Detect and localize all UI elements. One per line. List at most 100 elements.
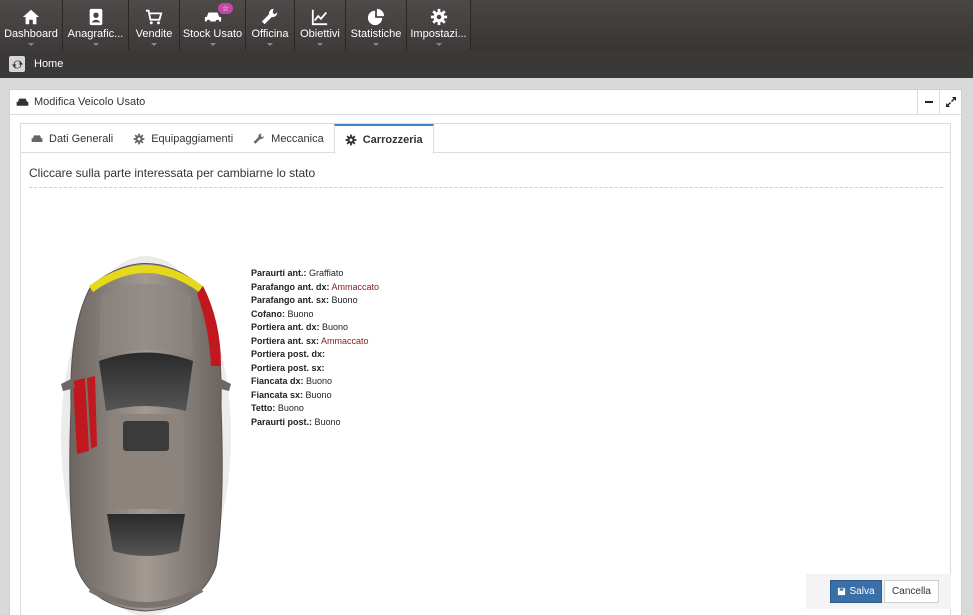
chevron-down-icon [373, 43, 379, 46]
nav-anagrafiche[interactable]: Anagrafic... [63, 0, 129, 50]
status-key: Parafango ant. dx: [251, 281, 330, 292]
tab-meccanica[interactable]: Meccanica [243, 124, 334, 153]
form-actions: Salva Cancella [806, 574, 951, 609]
home-icon [22, 9, 40, 25]
chevron-down-icon [209, 43, 216, 46]
chart-line-icon [311, 9, 328, 26]
status-value: Graffiato [309, 268, 344, 278]
status-key: Parafango ant. sx: [251, 295, 330, 305]
nav-officina[interactable]: Officina [246, 0, 295, 50]
tab-carrozzeria[interactable]: Carrozzeria [333, 124, 434, 154]
divider [29, 187, 943, 188]
save-label: Salva [849, 586, 875, 597]
cart-icon [145, 9, 163, 25]
expand-button[interactable] [939, 90, 961, 114]
instruction-text: Cliccare sulla parte interessata per cam… [29, 166, 316, 180]
nav-vendite[interactable]: Vendite [129, 0, 180, 50]
nav-stock-usato[interactable]: ☆ Stock Usato [180, 0, 246, 50]
wrench-icon [253, 133, 264, 144]
pie-chart-icon [367, 8, 385, 26]
status-key: Cofano: [251, 308, 285, 319]
car-icon [31, 134, 43, 142]
status-value: Ammaccato [331, 281, 380, 292]
status-value: Buono [305, 389, 332, 400]
refresh-button[interactable] [9, 56, 25, 72]
status-row: Fiancata dx: Buono [251, 375, 379, 389]
status-row: Parafango ant. sx: Buono [251, 294, 379, 308]
tab-label: Carrozzeria [362, 134, 423, 146]
gear-icon [345, 134, 357, 146]
gear-icon [430, 8, 447, 26]
status-row: Portiera ant. dx: Buono [251, 321, 379, 335]
status-row: Fiancata sx: Buono [251, 389, 379, 403]
tab-dati-generali[interactable]: Dati Generali [21, 124, 123, 153]
nav-label: Dashboard [4, 28, 58, 40]
status-value: Buono [277, 403, 304, 413]
nav-obiettivi[interactable]: Obiettivi [295, 0, 346, 50]
status-key: Paraurti post.: [251, 416, 313, 427]
status-row: Paraurti post.: Buono [251, 416, 379, 430]
top-navigation: Dashboard Anagrafic... Vendite ☆ Stock U… [0, 0, 973, 50]
status-row: Portiera post. sx: [251, 362, 379, 376]
nav-label: Anagrafic... [67, 28, 124, 40]
windshield [99, 352, 193, 411]
nav-statistiche[interactable]: Statistiche [346, 0, 407, 50]
nav-impostazioni[interactable]: Impostazi... [407, 0, 471, 50]
tab-bar: Dati Generali Equipaggiamenti Meccanica … [21, 124, 950, 154]
rear-window [107, 514, 185, 556]
floppy-disk-icon [838, 587, 846, 596]
minimize-button[interactable] [917, 90, 939, 114]
status-value: Ammaccato [321, 335, 369, 346]
status-key: Portiera post. dx: [251, 349, 326, 359]
body-status-list: Paraurti ant.: Graffiato Parafango ant. d… [251, 267, 379, 429]
chevron-down-icon [317, 43, 323, 46]
status-key: Paraurti ant.: [251, 268, 307, 278]
status-row: Portiera ant. sx: Ammaccato [251, 335, 379, 349]
chevron-down-icon [28, 43, 34, 46]
refresh-icon [11, 60, 23, 68]
sunroof [123, 421, 169, 451]
nav-label: Officina [251, 28, 289, 40]
status-value: Buono [331, 295, 358, 305]
status-row: Tetto: Buono [251, 402, 379, 416]
nav-label: Obiettivi [300, 28, 340, 40]
cancel-label: Cancella [892, 586, 931, 597]
panel-title: Modifica Veicolo Usato [34, 96, 146, 108]
contacts-icon [89, 8, 102, 26]
status-row: Parafango ant. dx: Ammaccato [251, 281, 379, 295]
breadcrumb-bar: Home [0, 50, 973, 78]
status-row: Paraurti ant.: Graffiato [251, 267, 379, 281]
breadcrumb-home[interactable]: Home [34, 58, 63, 70]
nav-label: Stock Usato [182, 28, 243, 40]
chevron-down-icon [92, 43, 99, 46]
status-value: Buono [306, 376, 333, 386]
status-value: Buono [322, 322, 349, 332]
tab-label: Equipaggiamenti [151, 132, 234, 145]
hood[interactable] [99, 283, 193, 357]
car-body-diagram [61, 256, 231, 615]
notification-badge: ☆ [218, 3, 233, 14]
nav-label: Impostazi... [410, 28, 467, 40]
nav-label: Statistiche [350, 28, 402, 40]
nav-dashboard[interactable]: Dashboard [0, 0, 63, 50]
nav-label: Vendite [135, 28, 173, 40]
status-row: Cofano: Buono [251, 308, 379, 322]
cancel-button[interactable]: Cancella [884, 580, 939, 603]
minus-icon [924, 101, 933, 103]
chevron-down-icon [435, 43, 442, 46]
status-key: Portiera ant. dx: [251, 322, 320, 332]
status-key: Portiera post. sx: [251, 362, 325, 373]
save-button[interactable]: Salva [830, 580, 882, 603]
status-value: Buono [287, 308, 314, 319]
chevron-down-icon [267, 43, 273, 46]
status-value: Buono [314, 416, 341, 427]
expand-icon [945, 97, 956, 107]
tab-label: Dati Generali [49, 132, 114, 145]
tab-label: Meccanica [271, 132, 324, 145]
status-key: Tetto: [251, 403, 276, 413]
gear-icon [133, 133, 145, 144]
panel-header: Modifica Veicolo Usato [10, 90, 961, 115]
tab-equipaggiamenti[interactable]: Equipaggiamenti [123, 124, 243, 153]
status-key: Fiancata sx: [251, 389, 304, 400]
status-key: Portiera ant. sx: [251, 335, 320, 346]
